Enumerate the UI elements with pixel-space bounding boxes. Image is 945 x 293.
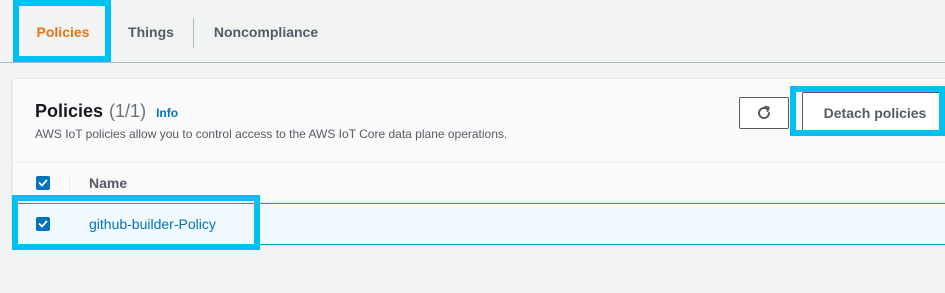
panel-header: Policies (1/1) Info AWS IoT policies all… [13,79,945,163]
refresh-button[interactable] [739,97,789,129]
detach-policies-button[interactable]: Detach policies [802,92,945,134]
tab-divider [193,18,194,48]
checkmark-icon [38,179,48,187]
column-header-name[interactable]: Name [89,175,127,191]
panel-title-text: Policies [35,101,104,121]
tab-things[interactable]: Things [112,0,190,63]
panel-title-count: (1/1) [109,101,147,121]
row-checkbox[interactable] [36,217,50,231]
select-all-checkbox[interactable] [36,176,50,190]
tab-noncompliance[interactable]: Noncompliance [196,0,336,63]
table-row[interactable]: github-builder-Policy [13,203,945,245]
info-link[interactable]: Info [156,106,178,120]
refresh-icon [758,105,771,119]
active-tab-underline [18,57,108,61]
policy-name-link[interactable]: github-builder-Policy [89,216,216,232]
column-divider [69,173,70,193]
checkmark-icon [38,220,48,228]
table-header: Name [13,163,945,203]
policies-panel: Policies (1/1) Info AWS IoT policies all… [12,78,945,245]
tab-bar: Policies Things Noncompliance [0,0,945,63]
panel-description: AWS IoT policies allow you to control ac… [35,127,508,141]
tab-policies[interactable]: Policies [18,0,108,63]
panel-title: Policies (1/1) Info [35,101,178,122]
